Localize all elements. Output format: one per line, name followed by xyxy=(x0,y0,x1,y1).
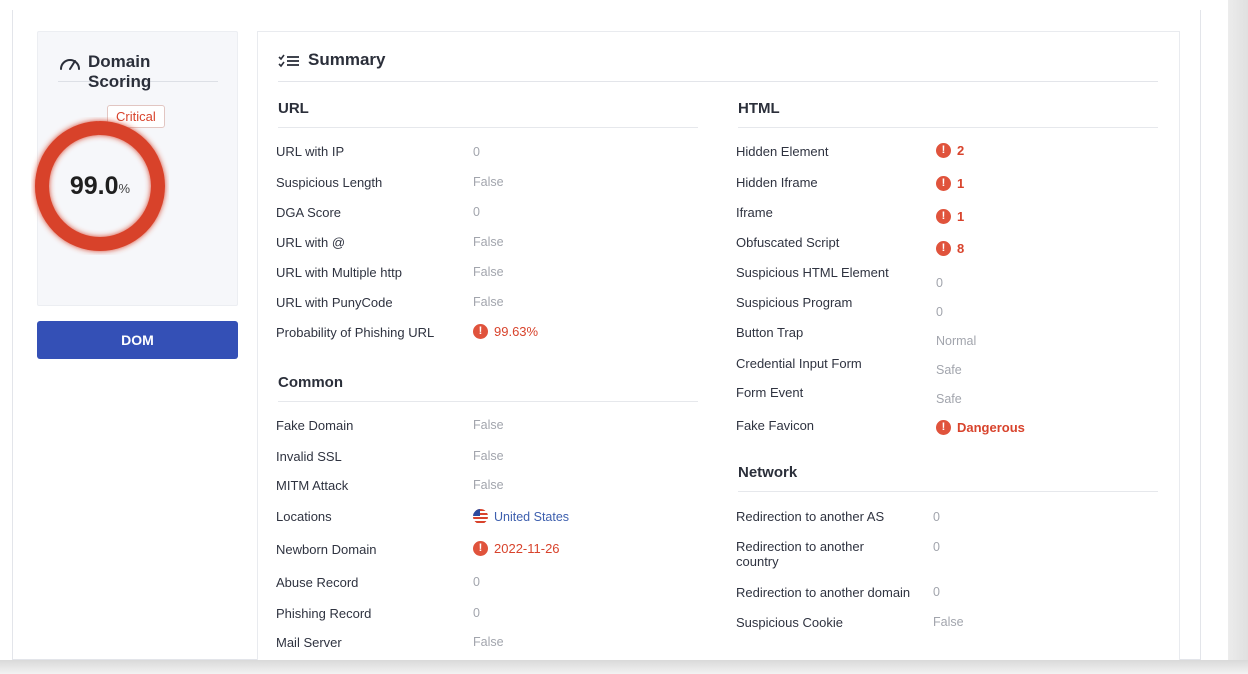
row-value: Safe xyxy=(936,392,962,406)
row-label: Phishing Record xyxy=(276,606,372,621)
warning-icon: ! xyxy=(936,176,951,191)
hidden-iframe-count: 1 xyxy=(957,176,965,191)
location-text: United States xyxy=(494,509,570,524)
fake-favicon-value: Dangerous xyxy=(957,420,1025,435)
row-value: False xyxy=(473,175,504,189)
row-value-danger: ! 2022-11-26 xyxy=(473,541,560,556)
row-value: Normal xyxy=(936,334,977,348)
row-value: 0 xyxy=(936,305,943,319)
warning-icon: ! xyxy=(936,143,951,158)
row-value: 0 xyxy=(473,606,480,620)
row-value: False xyxy=(933,615,964,629)
row-value: False xyxy=(473,635,504,649)
row-value: 0 xyxy=(933,510,940,524)
summary-header: Summary xyxy=(278,50,1158,82)
common-section-title: Common xyxy=(278,374,698,402)
html-section-title: HTML xyxy=(738,100,1158,128)
row-value: False xyxy=(473,418,504,432)
row-value: False xyxy=(473,478,504,492)
warning-icon: ! xyxy=(473,541,488,556)
hidden-element-count: 2 xyxy=(957,143,965,158)
row-label: DGA Score xyxy=(276,205,342,220)
row-label: Redirection to another domain xyxy=(736,585,911,600)
row-value: 0 xyxy=(473,575,480,589)
row-label: Form Event xyxy=(736,385,804,400)
row-label: Probability of Phishing URL xyxy=(276,325,435,340)
obfuscated-script-count: 8 xyxy=(957,241,965,256)
row-value: False xyxy=(473,295,504,309)
row-label: Newborn Domain xyxy=(276,542,377,557)
row-label: URL with @ xyxy=(276,235,346,250)
row-value-danger: ! Dangerous xyxy=(936,420,1025,435)
warning-icon: ! xyxy=(936,420,951,435)
row-value-danger: ! 99.63% xyxy=(473,324,538,339)
row-label: Suspicious Program xyxy=(736,295,853,310)
phishing-probability-value: 99.63% xyxy=(494,324,539,339)
row-label: URL with IP xyxy=(276,144,345,159)
row-label: Mail Server xyxy=(276,635,342,650)
gauge-icon xyxy=(58,52,82,76)
row-label: Fake Favicon xyxy=(736,418,815,433)
location-value: United States xyxy=(473,509,569,524)
row-label: Hidden Iframe xyxy=(736,175,818,190)
row-value: 0 xyxy=(473,145,480,159)
row-value: Safe xyxy=(936,363,962,377)
row-label: Locations xyxy=(276,509,332,524)
url-section-title: URL xyxy=(278,100,698,128)
row-label: Suspicious Length xyxy=(276,175,383,190)
row-label: URL with Multiple http xyxy=(276,265,402,280)
row-label: Credential Input Form xyxy=(736,356,862,371)
row-label: Iframe xyxy=(736,205,773,220)
dom-button[interactable]: DOM xyxy=(37,321,238,359)
warning-icon: ! xyxy=(473,324,488,339)
row-value: 0 xyxy=(933,540,940,554)
row-label-line: Redirection to another xyxy=(736,539,864,554)
summary-title: Summary xyxy=(308,50,386,69)
score-unit: % xyxy=(118,181,131,196)
row-label-multiline: Redirection to another country xyxy=(736,539,864,569)
domain-scoring-header: Domain Scoring xyxy=(58,52,218,91)
row-value-danger: ! 2 xyxy=(936,143,964,158)
score-number: 99.0 xyxy=(69,171,119,200)
row-value: False xyxy=(473,235,504,249)
window-edge-shadow xyxy=(1228,0,1248,674)
row-label: Obfuscated Script xyxy=(736,235,840,250)
row-label: Fake Domain xyxy=(276,418,354,433)
row-label: Redirection to another AS xyxy=(736,509,885,524)
row-value: 0 xyxy=(473,205,480,219)
row-value-danger: ! 1 xyxy=(936,176,964,191)
row-label: URL with PunyCode xyxy=(276,295,393,310)
us-flag-icon xyxy=(473,509,488,524)
row-label: Button Trap xyxy=(736,325,804,340)
row-label-line: country xyxy=(736,554,779,569)
window-bottom-shadow xyxy=(0,660,1248,674)
row-label: Abuse Record xyxy=(276,575,359,590)
score-value: 99.0% xyxy=(31,117,169,255)
warning-icon: ! xyxy=(936,209,951,224)
row-value: 0 xyxy=(933,585,940,599)
row-label: Suspicious Cookie xyxy=(736,615,843,630)
warning-icon: ! xyxy=(936,241,951,256)
newborn-domain-value: 2022-11-26 xyxy=(494,541,560,556)
checklist-icon xyxy=(278,50,300,73)
row-label: Invalid SSL xyxy=(276,449,342,464)
domain-scoring-title: Domain Scoring xyxy=(88,52,152,91)
network-section-title: Network xyxy=(738,464,1158,492)
row-value: 0 xyxy=(936,276,943,290)
row-value-danger: ! 1 xyxy=(936,209,964,224)
row-value: False xyxy=(473,449,504,463)
row-value: False xyxy=(473,265,504,279)
row-label: MITM Attack xyxy=(276,478,349,493)
row-label: Suspicious HTML Element xyxy=(736,265,889,280)
iframe-count: 1 xyxy=(957,209,965,224)
row-label: Hidden Element xyxy=(736,144,829,159)
row-value-danger: ! 8 xyxy=(936,241,964,256)
